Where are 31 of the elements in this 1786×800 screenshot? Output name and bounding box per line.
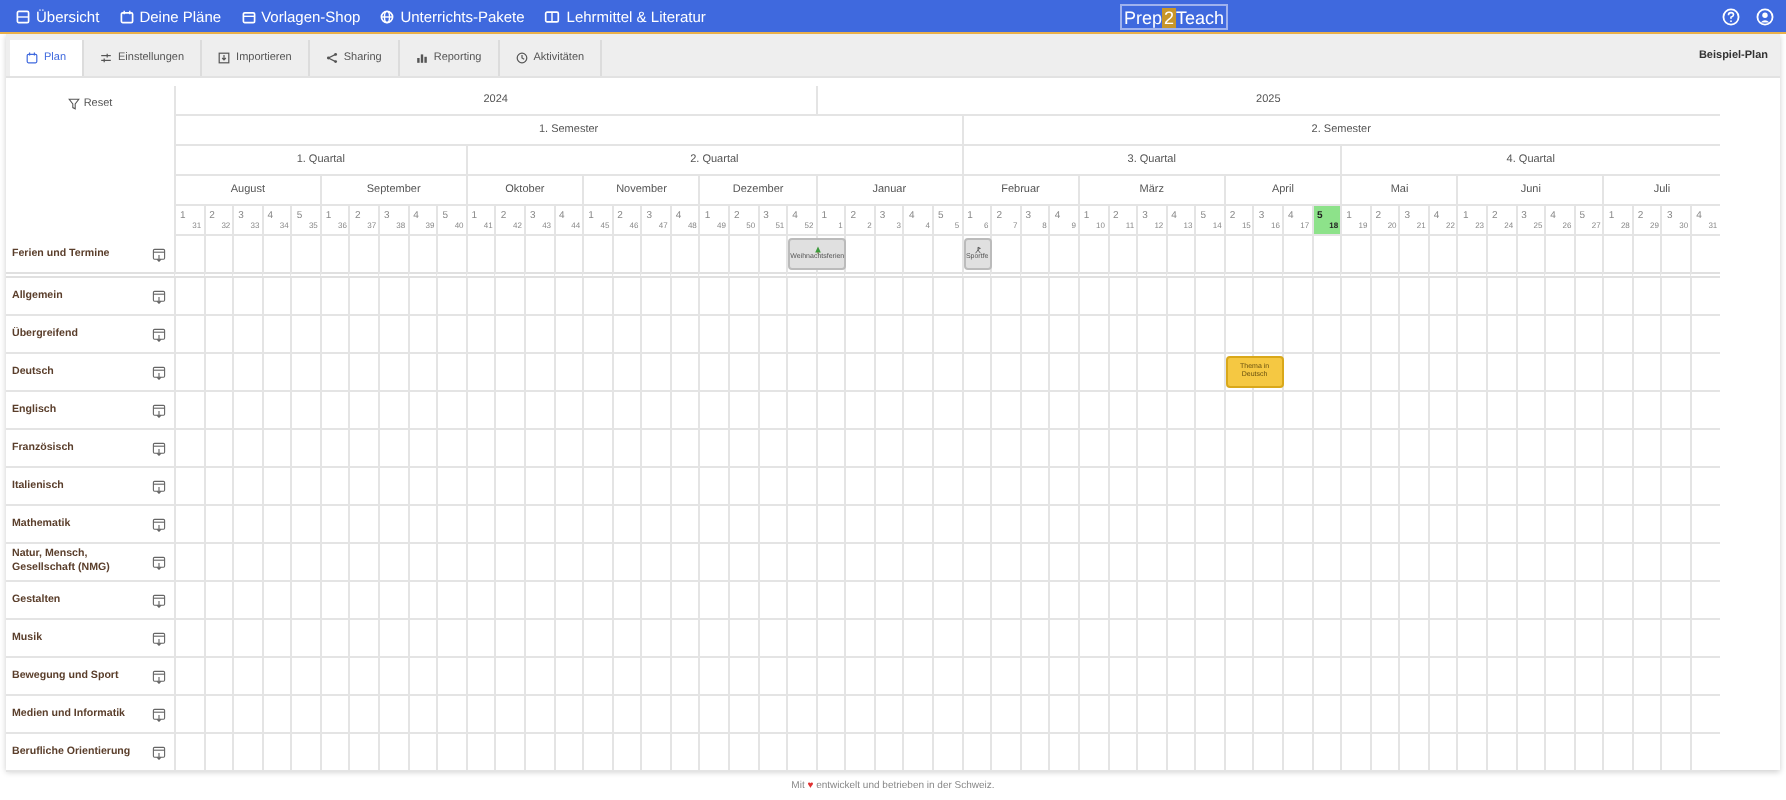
calendar-add-icon[interactable]: [152, 479, 166, 493]
calendar-add-icon[interactable]: [152, 631, 166, 645]
calendar-add-icon[interactable]: [152, 403, 166, 417]
calendar-icon: [26, 52, 38, 64]
calendar-add-icon[interactable]: [152, 365, 166, 379]
bar-chart-icon: [415, 52, 428, 64]
calendar-add-icon[interactable]: [152, 745, 166, 759]
calendar-add-icon[interactable]: [152, 441, 166, 455]
calendar-add-icon[interactable]: [152, 289, 166, 303]
calendar-add-icon[interactable]: [152, 707, 166, 721]
clock-icon: [515, 52, 528, 64]
calendar-icon: [119, 9, 134, 23]
user-icon[interactable]: [1756, 7, 1774, 25]
tree-icon: [813, 246, 822, 255]
share-icon: [325, 52, 338, 64]
filter-icon: [67, 98, 80, 110]
globe-icon: [380, 9, 395, 23]
overview-icon: [16, 9, 30, 23]
import-icon: [218, 52, 231, 64]
calendar-add-icon[interactable]: [152, 247, 166, 261]
shop-icon: [241, 9, 256, 23]
calendar-add-icon[interactable]: [152, 593, 166, 607]
calendar-add-icon[interactable]: [152, 555, 166, 569]
calendar-add-icon[interactable]: [152, 517, 166, 531]
event-icon: [973, 246, 982, 255]
help-icon[interactable]: [1722, 7, 1740, 25]
sliders-icon: [100, 52, 113, 64]
logo[interactable]: Prep2Teach: [1120, 4, 1229, 30]
calendar-add-icon[interactable]: [152, 327, 166, 341]
calendar-add-icon[interactable]: [152, 669, 166, 683]
book-icon: [544, 9, 561, 23]
